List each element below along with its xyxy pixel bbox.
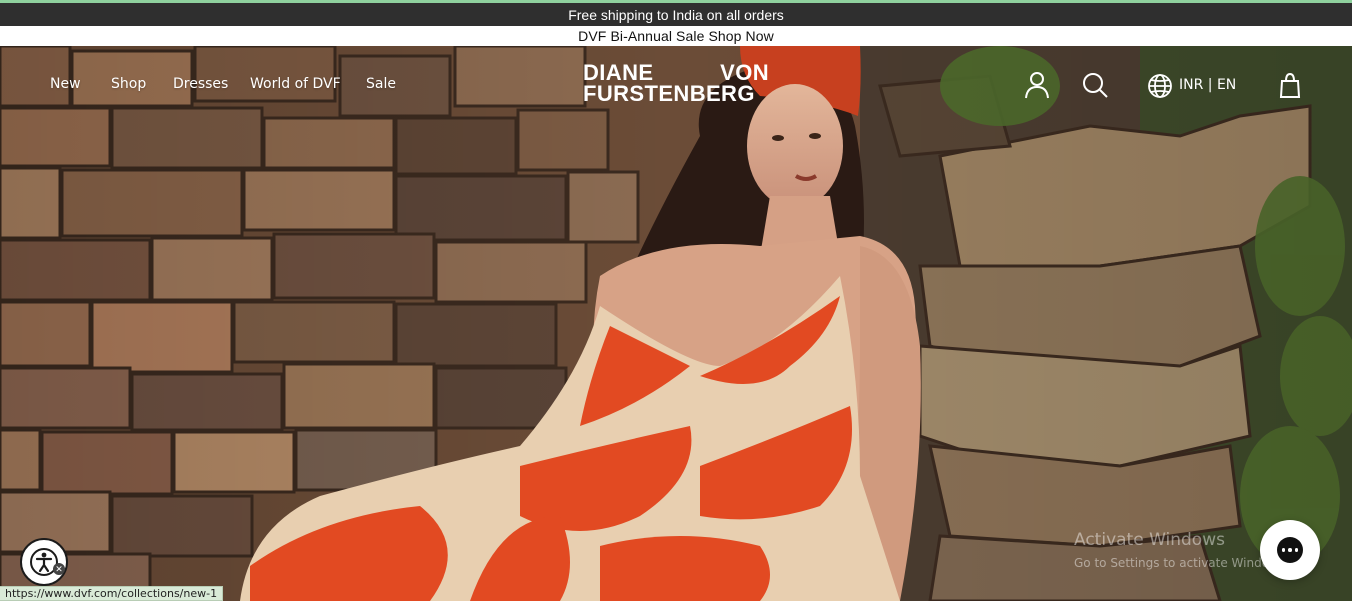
nav-item-world-of-dvf[interactable]: World of DVF [250,76,341,92]
status-bar-url: https://www.dvf.com/collections/new-1 [0,586,224,601]
nav-item-sale[interactable]: Sale [366,76,396,92]
accessibility-close-icon[interactable]: ✕ [53,563,65,575]
bag-icon[interactable] [1277,70,1303,100]
promo-link[interactable]: DVF Bi-Annual Sale Shop Now [578,28,774,44]
announcement-bar: Free shipping to India on all orders [0,3,1352,26]
search-icon[interactable] [1080,70,1110,100]
hero-image [0,46,1352,601]
globe-icon[interactable] [1146,72,1174,100]
watermark-title: Activate Windows [1074,530,1225,550]
promo-bar[interactable]: DVF Bi-Annual Sale Shop Now [0,26,1352,46]
nav-item-new[interactable]: New [50,76,81,92]
hero-banner[interactable] [0,46,1352,601]
logo-word-furstenberg: FURSTENBERG [583,81,755,106]
account-icon[interactable] [1022,70,1052,100]
logo-word-von: VON [720,60,769,85]
logo-word-diane: DIANE [583,60,654,85]
watermark-subtitle: Go to Settings to activate Windows. [1074,556,1289,570]
nav-item-dresses[interactable]: Dresses [173,76,228,92]
brand-logo[interactable]: DIANE VON FURSTENBERG [583,60,769,107]
announcement-text: Free shipping to India on all orders [568,6,784,23]
chat-icon [1277,537,1303,563]
accessibility-button[interactable] [20,538,68,586]
locale-selector[interactable]: INR | EN [1179,77,1236,93]
chat-button[interactable] [1260,520,1320,580]
nav-item-shop[interactable]: Shop [111,76,146,92]
